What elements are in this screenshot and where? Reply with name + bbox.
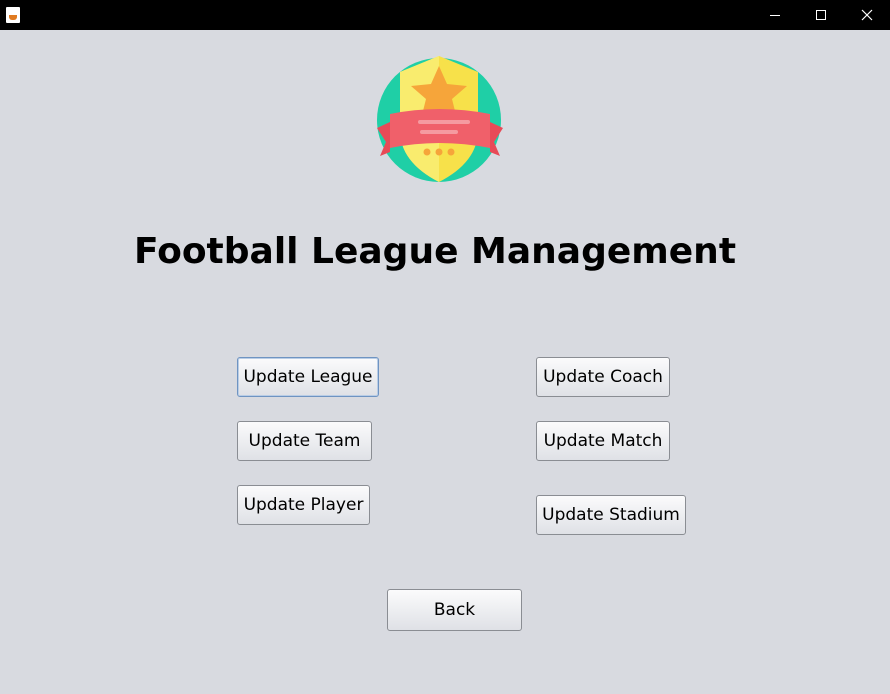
update-match-button[interactable]: Update Match: [536, 421, 670, 461]
update-stadium-button[interactable]: Update Stadium: [536, 495, 686, 535]
window-titlebar: [0, 0, 890, 30]
update-player-button[interactable]: Update Player: [237, 485, 370, 525]
back-button[interactable]: Back: [387, 589, 522, 631]
close-icon[interactable]: [844, 0, 890, 30]
minimize-icon[interactable]: [752, 0, 798, 30]
update-team-button[interactable]: Update Team: [237, 421, 372, 461]
update-coach-button[interactable]: Update Coach: [536, 357, 670, 397]
page-title: Football League Management: [133, 231, 737, 272]
maximize-icon[interactable]: [798, 0, 844, 30]
java-app-icon: [6, 7, 20, 23]
football-league-badge-icon: [372, 52, 508, 188]
update-league-button[interactable]: Update League: [237, 357, 379, 397]
